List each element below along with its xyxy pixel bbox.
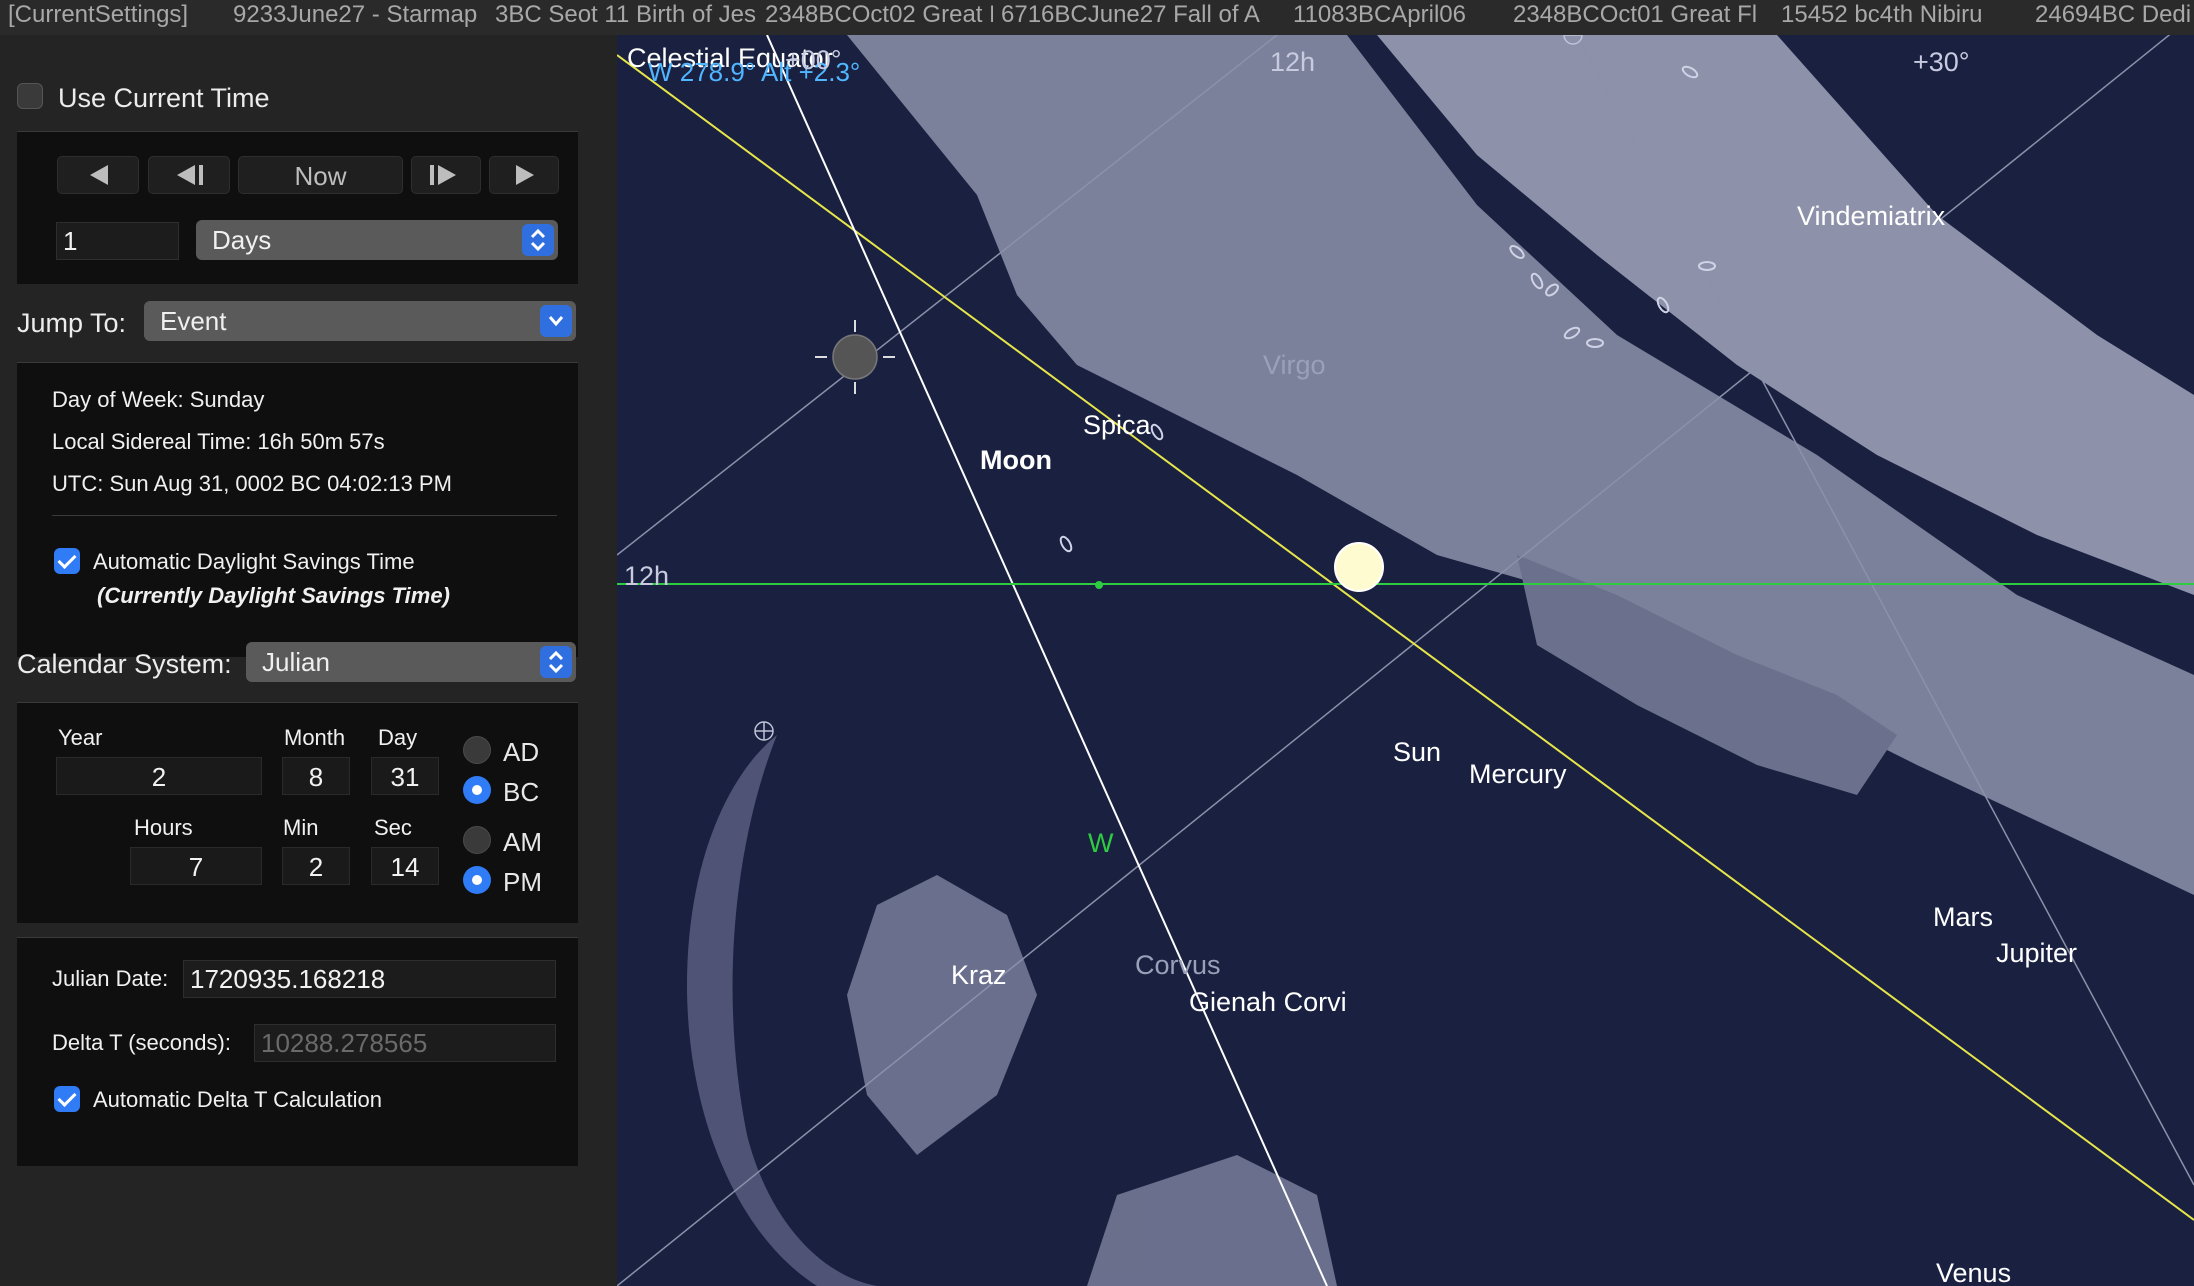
hours-label: Hours <box>134 815 193 840</box>
era-bc-label: BC <box>503 777 540 807</box>
chevron-down-icon <box>540 305 572 337</box>
step-back-button[interactable] <box>148 156 230 194</box>
year-input[interactable]: 2 <box>56 757 262 795</box>
use-current-time-label: Use Current Time <box>58 83 270 113</box>
pm-label: PM <box>503 867 542 897</box>
star-kraz-label[interactable]: Kraz <box>951 960 1007 991</box>
jump-to-value: Event <box>160 306 227 336</box>
use-current-time-checkbox[interactable] <box>17 83 43 109</box>
step-forward-button[interactable] <box>411 156 481 194</box>
auto-dst-label: Automatic Daylight Savings Time <box>93 549 415 574</box>
local-sidereal-time: Local Sidereal Time: 16h 50m 57s <box>52 429 385 454</box>
now-button[interactable]: Now <box>238 156 403 194</box>
star-spica-label[interactable]: Spica <box>1083 410 1151 441</box>
step-back-icon <box>177 165 203 185</box>
day-of-week: Day of Week: Sunday <box>52 387 265 412</box>
time-step-box: Now 1 Days <box>17 131 578 284</box>
divider <box>52 515 557 516</box>
step-unit-select[interactable]: Days <box>196 220 558 260</box>
horizon-west-point <box>1095 581 1103 589</box>
tab-6716bc-june27[interactable]: 6716BCJune27 Fall of A <box>993 0 1265 35</box>
tab-2348bc-oct01[interactable]: 2348BCOct01 Great Fl <box>1505 0 1763 35</box>
dst-status-note: (Currently Daylight Savings Time) <box>97 583 450 608</box>
tab-24694bc-dedi[interactable]: 24694BC Dedi <box>2027 0 2194 35</box>
rewind-icon <box>90 165 108 185</box>
moon-label[interactable]: Moon <box>980 445 1052 476</box>
step-forward-fast-button[interactable] <box>489 156 559 194</box>
date-time-panel: Use Current Time Now 1 Days Jump To: Eve… <box>0 35 617 1286</box>
grid-label-dec-00: +00° <box>785 45 842 75</box>
delta-t-input[interactable]: 10288.278565 <box>254 1024 556 1062</box>
time-info-box: Day of Week: Sunday Local Sidereal Time:… <box>17 362 578 657</box>
tab-current-settings[interactable]: [CurrentSettings] <box>0 0 225 35</box>
day-input[interactable]: 31 <box>371 757 439 795</box>
fast-forward-icon <box>516 165 534 185</box>
julian-date-label: Julian Date: <box>52 966 169 991</box>
sun-marker[interactable] <box>1334 542 1384 592</box>
hours-input[interactable]: 7 <box>130 847 262 885</box>
sky-chart-canvas <box>617 35 2194 1286</box>
mercury-label[interactable]: Mercury <box>1469 759 1567 790</box>
jump-to-select[interactable]: Event <box>144 301 576 341</box>
sun-label[interactable]: Sun <box>1393 737 1441 768</box>
horizon-west-label: W <box>1088 828 1114 858</box>
sky-chart-view[interactable]: Celestial Equator W 278.9° Alt +2.3° +00… <box>617 35 2194 1286</box>
step-amount-input[interactable]: 1 <box>56 222 179 260</box>
grid-label-ra-12h-left: 12h <box>624 561 670 591</box>
step-back-fast-button[interactable] <box>57 156 139 194</box>
star-vindemiatrix-label[interactable]: Vindemiatrix <box>1797 201 1945 232</box>
auto-dst-checkbox[interactable] <box>54 548 80 574</box>
era-ad-label: AD <box>503 737 540 767</box>
jump-to-label: Jump To: <box>17 308 127 338</box>
am-label: AM <box>503 827 542 857</box>
tab-15452bc-nibiru[interactable]: 15452 bc4th Nibiru <box>1773 0 2019 35</box>
star-gienah-corvi-label[interactable]: Gienah Corvi <box>1189 987 1347 1018</box>
calendar-system-label: Calendar System: <box>17 649 232 679</box>
document-tab-bar: [CurrentSettings] 9233June27 - Starmap 3… <box>0 0 2194 36</box>
moon-marker[interactable] <box>815 320 895 394</box>
sec-label: Sec <box>374 815 412 840</box>
delta-t-label: Delta T (seconds): <box>52 1030 231 1055</box>
seconds-input[interactable]: 14 <box>371 847 439 885</box>
auto-delta-t-label: Automatic Delta T Calculation <box>93 1087 382 1112</box>
julian-date-box: Julian Date: 1720935.168218 Delta T (sec… <box>17 937 578 1166</box>
jupiter-label[interactable]: Jupiter <box>1996 938 2077 969</box>
grid-label-ra-12h-top: 12h <box>1270 47 1316 77</box>
am-radio[interactable] <box>463 826 491 854</box>
corvus-artwork <box>847 875 1337 1286</box>
min-label: Min <box>283 815 319 840</box>
tab-9233june27[interactable]: 9233June27 - Starmap <box>225 0 487 35</box>
pm-radio[interactable] <box>463 866 491 894</box>
mars-label[interactable]: Mars <box>1933 902 1993 933</box>
minutes-input[interactable]: 2 <box>282 847 350 885</box>
date-entry-box: Year Month Day 2 8 31 Hours Min Sec 7 2 … <box>17 702 578 923</box>
constellation-corvus-label: Corvus <box>1135 950 1221 980</box>
tab-11083bc-april06[interactable]: 11083BCApril06 <box>1285 0 1495 35</box>
year-label: Year <box>58 725 103 750</box>
grid-label-dec-30: +30° <box>1913 47 1970 77</box>
month-label: Month <box>284 725 346 750</box>
up-down-chevron-icon <box>522 224 554 256</box>
month-input[interactable]: 8 <box>282 757 350 795</box>
step-forward-icon <box>430 165 456 185</box>
tab-2348bc-oct02[interactable]: 2348BCOct02 Great Flo <box>757 0 993 35</box>
calendar-system-value: Julian <box>262 647 330 677</box>
calendar-system-select[interactable]: Julian <box>246 642 576 682</box>
day-label: Day <box>378 725 418 750</box>
julian-date-input[interactable]: 1720935.168218 <box>183 960 556 998</box>
tab-3bc-birth[interactable]: 3BC Seot 11 Birth of Jes <box>487 0 757 35</box>
utc-time: UTC: Sun Aug 31, 0002 BC 04:02:13 PM <box>52 471 452 496</box>
up-down-chevron-icon <box>540 646 572 678</box>
step-unit-value: Days <box>212 225 272 255</box>
auto-delta-t-checkbox[interactable] <box>54 1086 80 1112</box>
era-bc-radio[interactable] <box>463 776 491 804</box>
venus-label[interactable]: Venus <box>1936 1258 2011 1286</box>
era-ad-radio[interactable] <box>463 736 491 764</box>
constellation-virgo-label: Virgo <box>1263 350 1326 380</box>
hydra-artwork <box>687 735 877 1286</box>
